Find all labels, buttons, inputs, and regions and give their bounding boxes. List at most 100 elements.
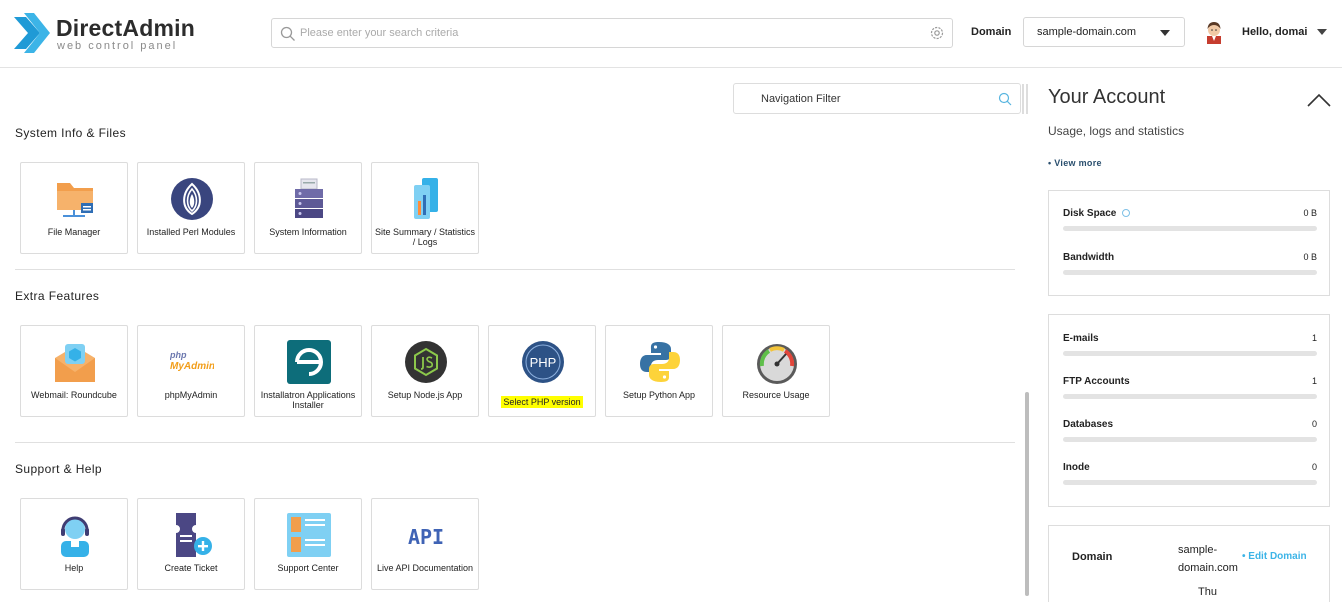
api-logo-text: API [408, 525, 444, 549]
support-center-icon [287, 513, 331, 557]
navigation-filter-input[interactable] [761, 91, 991, 107]
tile-label: Setup Python App [622, 390, 696, 400]
navigation-filter [733, 83, 1021, 114]
loading-spinner-icon [1122, 209, 1131, 217]
logo-title: DirectAdmin [56, 15, 195, 41]
progress-bar [1063, 270, 1317, 275]
tile-label: Installed Perl Modules [146, 227, 236, 237]
stat-label: Databases [1063, 419, 1114, 430]
scrollbar-thumb[interactable] [1025, 392, 1029, 596]
tile-webmail-roundcube[interactable]: Webmail: Roundcube [20, 325, 128, 417]
search-icon [280, 26, 295, 41]
stat-value: 1 [1311, 376, 1317, 386]
tile-label: Installatron Applications Installer [260, 390, 356, 410]
tile-label: Setup Node.js App [387, 390, 463, 400]
progress-bar [1063, 351, 1317, 356]
domain-label: Domain [971, 26, 1012, 38]
stat-label: E-mails [1063, 333, 1099, 344]
panel-splitter[interactable] [1026, 84, 1028, 114]
section-divider [15, 442, 1015, 443]
stat-value: 0 [1311, 462, 1317, 472]
section-divider [15, 269, 1015, 270]
top-header: DirectAdmin web control panel Domain sam… [0, 0, 1342, 68]
search-input[interactable] [300, 23, 900, 43]
global-search [271, 18, 953, 48]
avatar[interactable] [1203, 20, 1225, 44]
section-title-system-info: System Info & Files [15, 126, 126, 140]
tile-support-center[interactable]: Support Center [254, 498, 362, 590]
stat-bandwidth: Bandwidth 0 B [1063, 252, 1317, 282]
tile-create-ticket[interactable]: Create Ticket [137, 498, 245, 590]
counts-card: E-mails 1 FTP Accounts 1 Databases 0 Ino… [1048, 314, 1330, 507]
tile-label: Help [64, 563, 84, 573]
domain-select-value: sample-domain.com [1037, 26, 1137, 38]
stat-emails: E-mails 1 [1063, 333, 1317, 363]
stat-ftp-accounts: FTP Accounts 1 [1063, 376, 1317, 406]
tile-label: System Information [269, 227, 347, 237]
user-menu-chevron-down-icon[interactable] [1317, 29, 1327, 35]
your-account-subtitle: Usage, logs and statistics [1048, 124, 1185, 138]
installatron-icon [287, 340, 331, 384]
tile-label-highlighted: Select PHP version [491, 396, 593, 408]
tile-site-summary[interactable]: Site Summary / Statistics / Logs [371, 162, 479, 254]
your-account-title: Your Account [1048, 86, 1166, 108]
support-agent-icon [61, 516, 89, 557]
tile-installatron[interactable]: Installatron Applications Installer [254, 325, 362, 417]
stat-label: FTP Accounts [1063, 376, 1130, 387]
gear-icon[interactable] [929, 25, 945, 41]
tile-system-information[interactable]: System Information [254, 162, 362, 254]
panel-splitter[interactable] [1022, 84, 1024, 114]
view-more-link[interactable]: • View more [1048, 158, 1102, 168]
domain-select[interactable]: sample-domain.com [1023, 17, 1185, 47]
tile-label: Webmail: Roundcube [31, 390, 117, 400]
tile-phpmyadmin[interactable]: php MyAdmin phpMyAdmin [137, 325, 245, 417]
stat-label: Bandwidth [1063, 252, 1115, 263]
tile-resource-usage[interactable]: Resource Usage [722, 325, 830, 417]
ticket-icon [176, 513, 212, 557]
section-title-support-help: Support & Help [15, 462, 102, 476]
tile-select-php-version[interactable]: PHP Select PHP version [488, 325, 596, 417]
statistics-icon [414, 178, 438, 219]
stat-disk-space: Disk Space 0 B [1063, 208, 1317, 238]
tile-setup-nodejs[interactable]: Setup Node.js App [371, 325, 479, 417]
chevron-up-icon[interactable] [1307, 93, 1331, 107]
stat-label: Disk Space [1063, 208, 1131, 219]
edit-domain-link[interactable]: • Edit Domain [1242, 551, 1307, 562]
stat-value: 0 B [1303, 208, 1317, 218]
server-icon [295, 178, 323, 218]
domain-card-value: sample-domain.com [1178, 544, 1238, 574]
tile-label: Create Ticket [164, 563, 218, 573]
tile-label: phpMyAdmin [164, 390, 218, 400]
progress-bar [1063, 480, 1317, 485]
stat-value: 0 B [1303, 252, 1317, 262]
phpmyadmin-logo-php: php [170, 350, 187, 360]
tile-label: Live API Documentation [376, 563, 474, 573]
domain-card: Domain sample-domain.com • Edit Domain T… [1048, 525, 1330, 602]
tile-help[interactable]: Help [20, 498, 128, 590]
user-greeting[interactable]: Hello, domai [1242, 26, 1307, 38]
tile-setup-python[interactable]: Setup Python App [605, 325, 713, 417]
directadmin-logo[interactable]: DirectAdmin web control panel [14, 13, 195, 55]
search-icon[interactable] [998, 92, 1012, 106]
chevron-down-icon [1160, 30, 1170, 36]
phpmyadmin-icon: php MyAdmin [170, 350, 214, 372]
nodejs-icon [405, 341, 447, 383]
progress-bar [1063, 437, 1317, 442]
perl-onion-icon [171, 178, 213, 220]
tile-file-manager[interactable]: File Manager [20, 162, 128, 254]
section-title-extra-features: Extra Features [15, 289, 100, 303]
stat-inode: Inode 0 [1063, 462, 1317, 492]
tile-live-api-documentation[interactable]: API Live API Documentation [371, 498, 479, 590]
domain-card-label: Domain [1072, 551, 1113, 563]
tile-label: Site Summary / Statistics / Logs [374, 227, 476, 247]
stat-value: 0 [1311, 419, 1317, 429]
gauge-icon [757, 344, 797, 384]
tile-installed-perl-modules[interactable]: Installed Perl Modules [137, 162, 245, 254]
stat-label-text: Disk Space [1063, 208, 1117, 219]
directadmin-logo-icon [14, 13, 50, 53]
tile-label: File Manager [47, 227, 101, 237]
folder-icon [57, 183, 93, 217]
roundcube-mail-icon [55, 344, 95, 382]
progress-bar [1063, 226, 1317, 231]
domain-card-next-value: Thu [1198, 586, 1217, 598]
